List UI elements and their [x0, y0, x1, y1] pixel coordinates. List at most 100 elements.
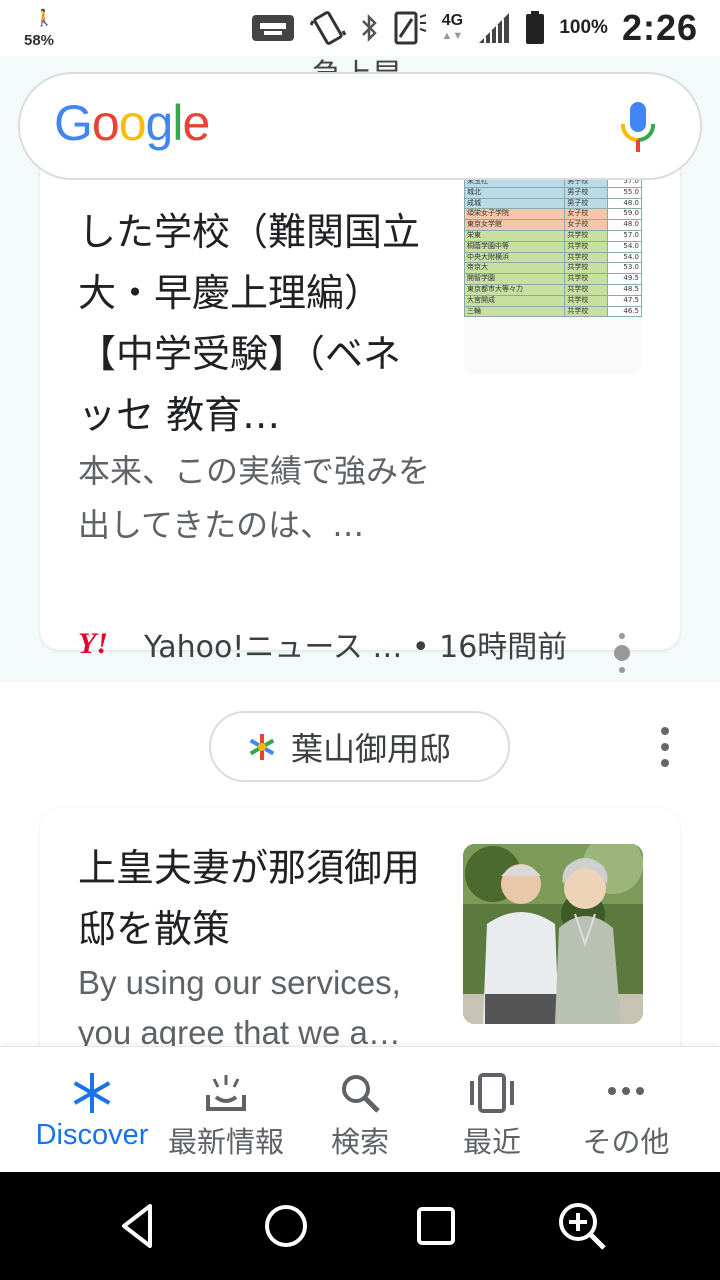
table-cell: 59.0 — [607, 208, 642, 221]
table-cell: 城北 — [464, 186, 566, 199]
google-logo: Google — [54, 94, 210, 152]
nav-label: Discover — [35, 1119, 149, 1151]
topic-menu-icon[interactable] — [655, 726, 675, 768]
table-row: 中央大附横浜 共学校 54.0 — [464, 251, 642, 264]
table-cell: 47.5 — [607, 294, 642, 307]
table-cell: 栄東 — [464, 229, 566, 242]
table-cell: 頌栄女子学院 — [464, 208, 566, 221]
battery-percent: 100% — [559, 17, 608, 38]
table-row: 成城 男子校 48.0 — [464, 197, 642, 210]
vibrate-icon — [309, 11, 346, 45]
nav-label: 最近 — [462, 1125, 521, 1159]
table-cell: 55.0 — [607, 186, 642, 199]
search-icon — [342, 1075, 380, 1113]
card-title[interactable]: 上皇夫妻が那須御用邸を散策 — [78, 838, 438, 960]
nav-label: 検索 — [330, 1125, 389, 1159]
table-cell: 48.0 — [607, 219, 642, 231]
table-cell: 東京都市大等々力 — [464, 283, 566, 296]
logo-letter: G — [54, 95, 93, 151]
logo-letter: g — [145, 95, 174, 151]
table-row: 頌栄女子学院 女子校 59.0 — [464, 208, 642, 221]
logo-letter: o — [118, 95, 147, 151]
table-cell: 48.0 — [607, 197, 642, 210]
table-row: 帝京大 共学校 53.0 — [464, 262, 642, 275]
table-cell: 成城 — [464, 197, 566, 210]
table-cell: 女子校 — [564, 219, 609, 231]
news-card[interactable]: 上皇夫妻が那須御用邸を散策 By using our services, you… — [40, 808, 680, 1046]
logo-letter: e — [182, 95, 210, 151]
table-cell: 共学校 — [564, 305, 609, 318]
home-icon[interactable] — [260, 1200, 312, 1252]
card-title[interactable]: した学校（難関国立大・早慶上理編）【中学受験】（ベネッセ 教育… — [78, 202, 428, 446]
table-cell: 57.0 — [607, 229, 642, 242]
microphone-icon[interactable] — [618, 100, 658, 156]
nav-more[interactable]: その他 — [554, 1047, 698, 1173]
nfc-icon — [392, 11, 428, 45]
magnifier-icon[interactable] — [556, 1200, 608, 1252]
overview-icon[interactable] — [410, 1200, 462, 1252]
table-cell: 中央大附横浜 — [464, 251, 566, 264]
table-cell: 共学校 — [564, 273, 609, 285]
nav-search[interactable]: 検索 — [288, 1047, 432, 1173]
table-cell: 男子校 — [564, 186, 609, 199]
table-cell: 男子校 — [564, 197, 609, 210]
battery-icon — [525, 11, 545, 45]
school-score-table: 栄玉社 男子校 57.0 城北 男子校 55.0 成城 男子校 48.0 頌栄女子学院 女子校 59.… — [464, 176, 642, 318]
card-snippet: By using our services, you agree that we… — [78, 964, 401, 1046]
source-and-time: Yahoo!ニュース … • 16時間前 — [144, 630, 568, 665]
nav-updates[interactable]: 最新情報 — [154, 1047, 298, 1173]
nav-recent[interactable]: 最近 — [420, 1047, 564, 1173]
table-cell: 帝京大 — [464, 262, 566, 275]
table-cell: 共学校 — [564, 262, 609, 275]
news-card[interactable]: 栄玉社 男子校 57.0 城北 男子校 55.0 成城 男子校 48.0 頌栄女子学院 女子校 59.… — [40, 116, 680, 673]
more-dots-icon — [608, 1087, 644, 1095]
activity-indicator: 🚶 58% — [24, 8, 64, 49]
table-row: 東京都市大等々力 共学校 48.5 — [464, 283, 642, 296]
table-row: 城北 男子校 55.0 — [464, 186, 642, 199]
card-menu-icon[interactable] — [612, 628, 632, 678]
updates-tray-icon — [206, 1075, 246, 1111]
clock: 2:26 — [621, 7, 698, 48]
table-row: 三輪 共学校 46.5 — [464, 305, 642, 318]
table-cell: 46.5 — [607, 305, 642, 318]
table-cell: 桐蔭学園中等 — [464, 240, 566, 253]
table-row: 開智学園 共学校 49.5 — [464, 273, 642, 285]
activity-percent: 58% — [24, 32, 55, 49]
back-icon[interactable] — [112, 1200, 164, 1252]
logo-letter: o — [91, 95, 120, 151]
card-source: Y! Yahoo!ニュース … • 16時間前 — [78, 624, 568, 665]
table-cell: 女子校 — [564, 208, 609, 221]
status-bar: 🚶 58% 4G ▲▼ 100% 2:26 — [0, 0, 720, 56]
article-photo[interactable] — [463, 844, 643, 1024]
table-cell: 東京女学館 — [464, 219, 566, 231]
signal-strength-icon — [477, 11, 511, 45]
table-cell: 共学校 — [564, 283, 609, 296]
table-cell: 53.0 — [607, 262, 642, 275]
table-cell: 48.5 — [607, 283, 642, 296]
table-row: 大宮開成 共学校 47.5 — [464, 294, 642, 307]
table-row: 栄東 共学校 57.0 — [464, 229, 642, 242]
table-cell: 共学校 — [564, 251, 609, 264]
discover-feed[interactable]: 急上昇 Google 栄玉社男子校57.0城北男子校55.0成城男子校48.0頌… — [0, 56, 720, 1046]
nav-label: 最新情報 — [167, 1125, 284, 1159]
walking-person-icon: 🚶 — [34, 8, 54, 27]
asterisk-icon — [73, 1073, 111, 1113]
bluetooth-icon — [360, 11, 378, 45]
sim-card-icon — [250, 11, 296, 45]
bottom-navigation: Discover 最新情報 検索 最近 その他 — [0, 1046, 720, 1172]
table-cell: 54.0 — [607, 240, 642, 253]
nav-discover[interactable]: Discover — [20, 1047, 164, 1173]
table-row: 桐蔭学園中等 共学校 54.0 — [464, 240, 642, 253]
topic-chip[interactable]: 葉山御用邸 — [209, 711, 510, 782]
article-thumbnail[interactable]: 栄玉社 男子校 57.0 城北 男子校 55.0 成城 男子校 48.0 頌栄女子学院 女子校 59.… — [464, 176, 642, 374]
table-cell: 49.5 — [607, 273, 642, 285]
recent-cards-icon — [470, 1073, 514, 1113]
system-navigation-bar — [0, 1172, 720, 1280]
table-cell: 共学校 — [564, 229, 609, 242]
table-row: 東京女学館 女子校 48.0 — [464, 219, 642, 231]
search-bar[interactable]: Google — [18, 72, 702, 180]
yahoo-logo-icon: Y! — [78, 627, 108, 660]
topic-spark-icon — [249, 733, 275, 760]
table-cell: 54.0 — [607, 251, 642, 264]
topic-label: 葉山御用邸 — [291, 729, 452, 768]
